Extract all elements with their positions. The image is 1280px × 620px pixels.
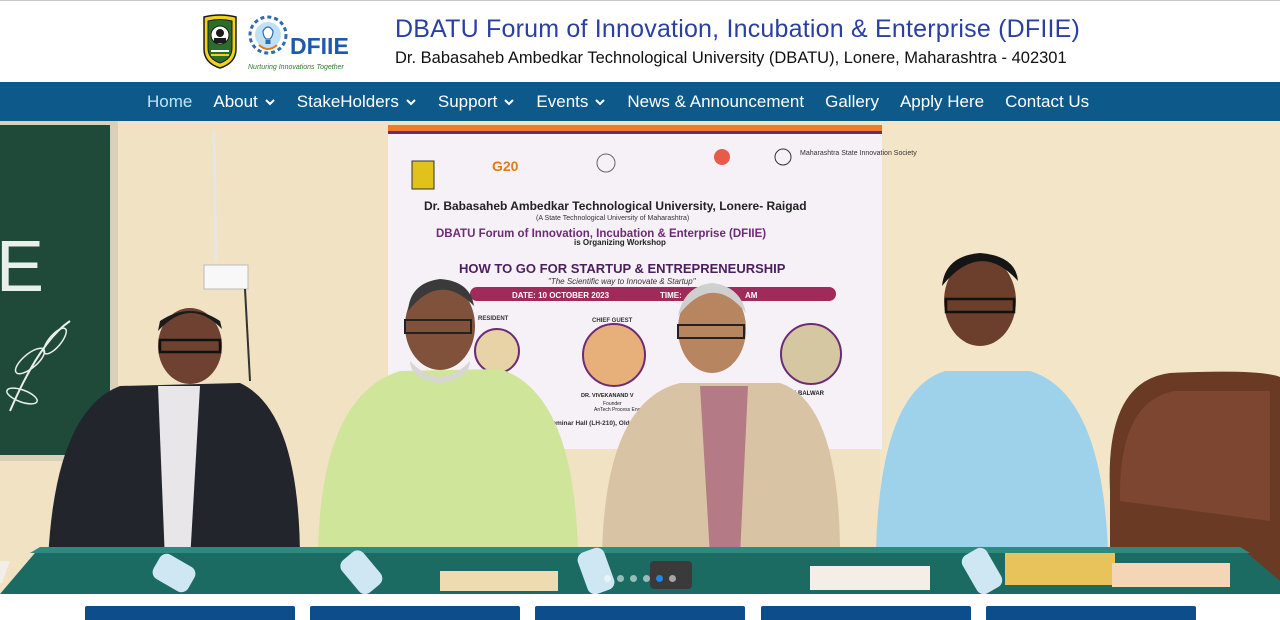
banner-university: Dr. Babasaheb Ambedkar Technological Uni… xyxy=(424,199,807,213)
nav-stakeholders-label: StakeHolders xyxy=(296,91,399,111)
nav-news-label: News & Announcement xyxy=(627,91,805,111)
banner-president-label: RESIDENT xyxy=(478,316,509,322)
nav-home-label: Home xyxy=(147,91,193,111)
slider-dot[interactable] xyxy=(669,575,676,582)
banner-time: TIME: xyxy=(660,291,682,300)
site-title: DBATU Forum of Innovation, Incubation & … xyxy=(395,15,1081,43)
banner-guest-name: DR. VIVEKANAND V xyxy=(581,393,634,399)
chevron-down-icon xyxy=(595,98,606,105)
nav-gallery[interactable]: Gallery xyxy=(825,92,879,112)
nav-contact-label: Contact Us xyxy=(1005,91,1090,111)
svg-text:E: E xyxy=(0,227,44,307)
dfiie-logo[interactable]: DFIIE Nurturing Innovations Together xyxy=(246,11,370,73)
banner-state: (A State Technological University of Mah… xyxy=(536,215,689,222)
hero-slider[interactable]: E G20 Maharashtra State Innovation Socie… xyxy=(0,121,1280,594)
nav-about[interactable]: About xyxy=(213,92,275,112)
nav-contact[interactable]: Contact Us xyxy=(1005,92,1089,112)
slider-dot[interactable] xyxy=(643,575,650,582)
slider-dot[interactable] xyxy=(617,575,624,582)
nav-home[interactable]: Home xyxy=(147,92,192,112)
banner-msins-logo: Maharashtra State Innovation Society xyxy=(800,150,917,157)
site-subtitle: Dr. Babasaheb Ambedkar Technological Uni… xyxy=(395,49,1067,67)
nav-news[interactable]: News & Announcement xyxy=(627,92,804,112)
feature-cards-row xyxy=(0,606,1280,620)
slider-dot[interactable] xyxy=(630,575,637,582)
dfiie-logo-tagline: Nurturing Innovations Together xyxy=(248,64,345,71)
nav-apply-label: Apply Here xyxy=(899,91,985,111)
slider-dot[interactable] xyxy=(656,575,663,582)
banner-heading: HOW TO GO FOR STARTUP & ENTREPRENEURSHIP xyxy=(459,261,786,276)
chevron-down-icon xyxy=(265,98,275,105)
nav-events-label: Events xyxy=(536,91,589,111)
chevron-down-icon xyxy=(504,98,515,105)
feature-card-3[interactable] xyxy=(535,606,745,620)
banner-organizing: is Organizing Workshop xyxy=(574,238,666,247)
university-seal-logo[interactable] xyxy=(200,13,240,69)
slider-dots xyxy=(0,575,1280,582)
feature-card-1[interactable] xyxy=(85,606,295,620)
hero-slide-image: E G20 Maharashtra State Innovation Socie… xyxy=(0,121,1280,594)
nav-gallery-label: Gallery xyxy=(825,91,879,111)
site-header: DFIIE Nurturing Innovations Together DBA… xyxy=(0,1,1280,82)
banner-date: DATE: 10 OCTOBER 2023 xyxy=(512,291,610,300)
feature-card-5[interactable] xyxy=(986,606,1196,620)
lightbulb-gear-icon xyxy=(248,15,288,55)
main-navigation: Home About StakeHolders Support Events N… xyxy=(0,82,1280,121)
banner-g20-logo: G20 xyxy=(492,158,519,174)
feature-card-2[interactable] xyxy=(310,606,520,620)
nav-about-label: About xyxy=(213,91,258,111)
banner-guest-org: AnTech Process Eng. xyxy=(594,407,642,413)
chevron-down-icon xyxy=(406,98,416,105)
nav-support-label: Support xyxy=(437,91,498,111)
slider-dot[interactable] xyxy=(604,575,611,582)
nav-stakeholders[interactable]: StakeHolders xyxy=(297,92,417,112)
nav-support[interactable]: Support xyxy=(438,92,516,112)
feature-card-4[interactable] xyxy=(761,606,971,620)
dfiie-logo-text: DFIIE xyxy=(290,33,349,59)
banner-tagline: "The Scientific way to Innovate & Startu… xyxy=(548,277,697,286)
nav-events[interactable]: Events xyxy=(536,92,606,112)
nav-apply[interactable]: Apply Here xyxy=(900,92,984,112)
banner-time-value: AM xyxy=(745,291,758,300)
